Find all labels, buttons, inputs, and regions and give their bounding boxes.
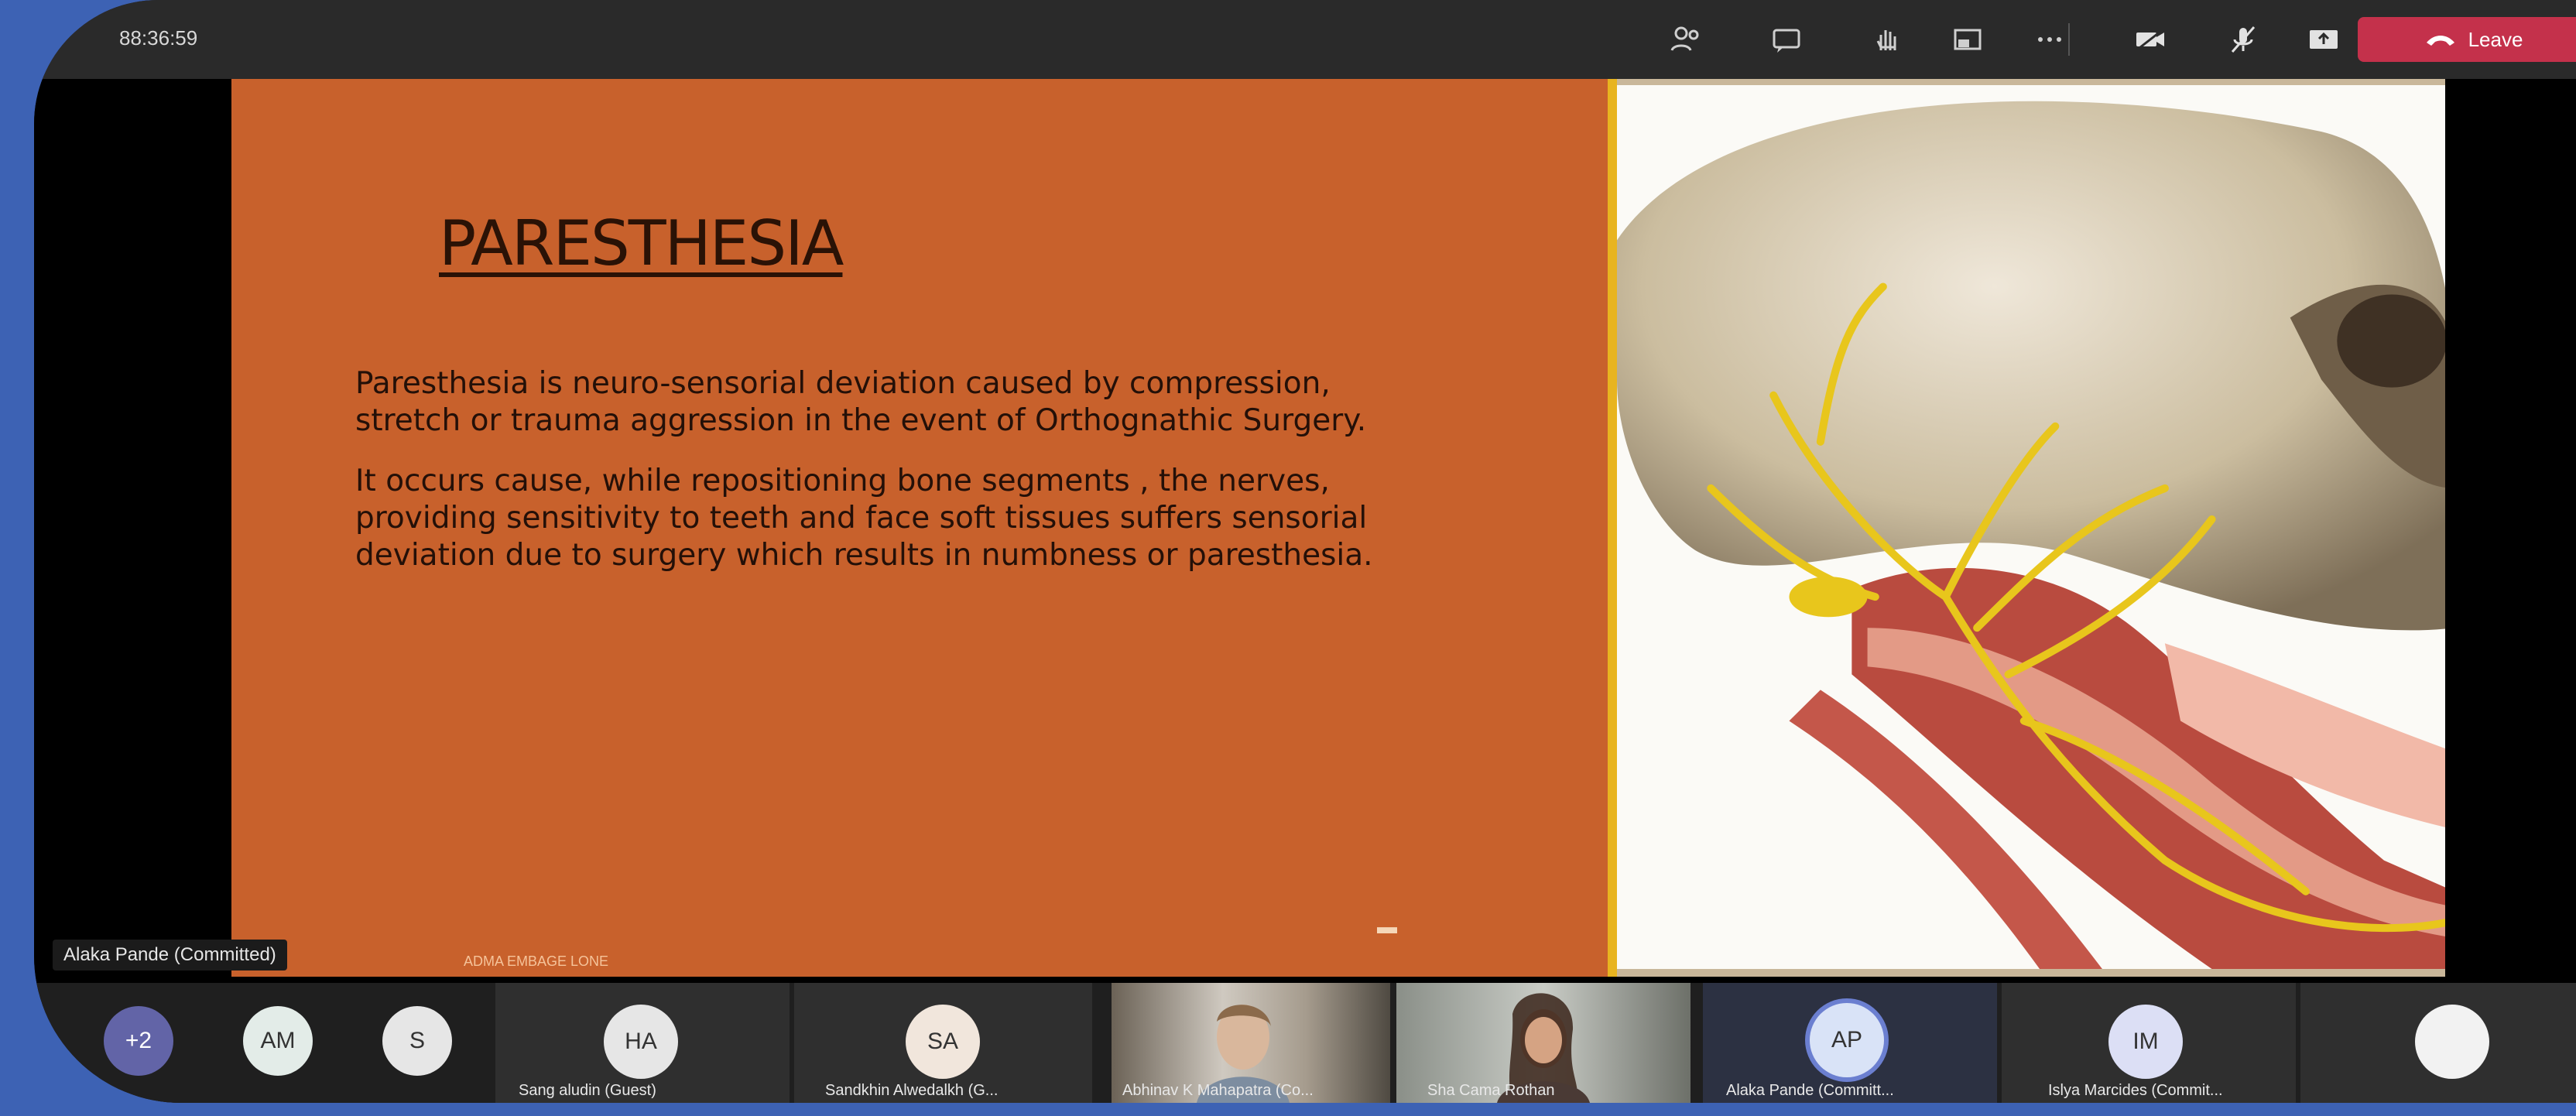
slide-marker: ▬ [1377, 915, 1397, 938]
avatar: S [382, 1006, 452, 1076]
shared-content-area: PARESTHESIA Paresthesia is neuro-sensori… [34, 79, 2576, 983]
slide-paragraph-2: It occurs cause, while repositioning bon… [355, 464, 1373, 573]
skull-nerves-illustration [1608, 79, 2445, 977]
avatar: HA [604, 1005, 678, 1079]
slide-title: PARESTHESIA [439, 207, 844, 279]
overflow-count[interactable]: +2 [104, 1006, 173, 1076]
slide-footer: ADMA EMBAGE LONE [464, 953, 609, 969]
participant-video-tile[interactable]: Abhinav K Mahapatra (Co... [1112, 983, 1390, 1103]
hang-up-icon [2426, 36, 2454, 46]
participant-name: Alaka Pande (Committ... [1726, 1082, 1894, 1099]
leave-button-label: Leave [2468, 27, 2523, 51]
participant-name: Islya Marcides (Commit... [2048, 1082, 2223, 1099]
avatar: SA [906, 1005, 980, 1079]
camera-icon[interactable] [2129, 20, 2172, 59]
breakout-rooms-icon[interactable] [1946, 20, 1989, 59]
more-options-icon[interactable] [2028, 20, 2071, 59]
meeting-window: 88:36:59 Leave PARESTHESIA Paresthesia i… [34, 0, 2576, 1103]
participant-name: Sang aludin (Guest) [519, 1082, 656, 1099]
participant-tile[interactable]: AP Alaka Pande (Committ... [1703, 983, 1997, 1103]
participant-tile[interactable]: HA Sang aludin (Guest) [495, 983, 790, 1103]
avatar: IM [2108, 1005, 2183, 1079]
presenter-name-tag: Alaka Pande (Committed) [53, 940, 287, 971]
participant-video-tile[interactable]: Sha Cama Rothan [1396, 983, 1690, 1103]
avatar: AM [243, 1006, 313, 1076]
slide-body: Paresthesia is neuro-sensorial deviation… [355, 365, 1439, 597]
participant-gallery: +2 AM S HA Sang aludin (Guest) SA Sandkh… [34, 983, 2576, 1103]
leave-button[interactable]: Leave [2358, 17, 2576, 62]
presentation-slide: PARESTHESIA Paresthesia is neuro-sensori… [231, 79, 2445, 977]
participant-tile[interactable]: IM Islya Marcides (Commit... [2002, 983, 2296, 1103]
people-icon[interactable] [1664, 20, 1708, 59]
avatar: AP [1810, 1003, 1884, 1077]
mic-icon[interactable] [2221, 20, 2265, 59]
raise-hand-icon[interactable] [1865, 20, 1909, 59]
meeting-toolbar: 88:36:59 Leave [34, 0, 2576, 79]
slide-paragraph-1: Paresthesia is neuro-sensorial deviation… [355, 366, 1367, 438]
participant-tile[interactable]: SA Sandkhin Alwedalkh (G... [794, 983, 1092, 1103]
chat-icon[interactable] [1765, 20, 1808, 59]
participant-tile[interactable] [2300, 983, 2576, 1103]
avatar-photo [2415, 1005, 2489, 1079]
participant-name: Sandkhin Alwedalkh (G... [825, 1082, 999, 1099]
participant-tile[interactable]: +2 AM S [34, 983, 491, 1103]
participant-name: Abhinav K Mahapatra (Co... [1122, 1082, 1314, 1099]
participant-name: Sha Cama Rothan [1427, 1082, 1555, 1099]
share-tray-icon[interactable] [2302, 20, 2345, 59]
toolbar-divider [2068, 23, 2070, 56]
meeting-timer: 88:36:59 [119, 26, 198, 50]
